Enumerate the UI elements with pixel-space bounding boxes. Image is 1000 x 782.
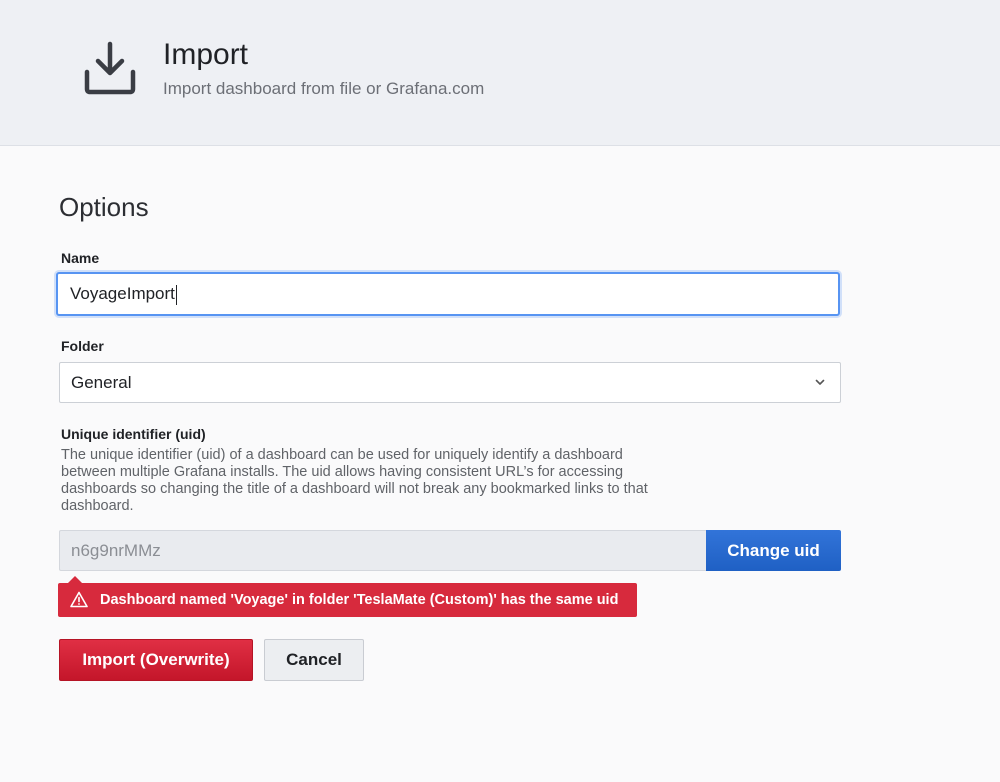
download-icon <box>84 41 136 95</box>
uid-label: Unique identifier (uid) <box>61 426 206 442</box>
name-input[interactable]: VoyageImport <box>56 272 840 316</box>
uid-error-message: Dashboard named 'Voyage' in folder 'Tesl… <box>58 576 637 617</box>
page-header: Import Import dashboard from file or Gra… <box>0 0 1000 146</box>
folder-select-value: General <box>71 373 132 392</box>
chevron-down-icon <box>815 379 825 385</box>
page-subtitle: Import dashboard from file or Grafana.co… <box>163 79 485 98</box>
folder-select[interactable]: General <box>59 362 841 403</box>
uid-description: The unique identifier (uid) of a dashboa… <box>61 447 648 514</box>
change-uid-button[interactable]: Change uid <box>706 530 841 571</box>
options-heading: Options <box>59 192 149 222</box>
text-caret <box>175 284 177 305</box>
uid-input: n6g9nrMMz <box>59 530 706 571</box>
cancel-button[interactable]: Cancel <box>264 639 364 681</box>
error-text: Dashboard named 'Voyage' in folder 'Tesl… <box>100 592 619 608</box>
name-label: Name <box>61 250 100 266</box>
error-pointer <box>68 576 82 583</box>
warning-icon <box>70 591 88 608</box>
import-overwrite-button[interactable]: Import (Overwrite) <box>59 639 253 681</box>
name-input-value: VoyageImport <box>70 284 175 303</box>
page-title: Import <box>163 38 249 71</box>
folder-label: Folder <box>61 338 104 354</box>
